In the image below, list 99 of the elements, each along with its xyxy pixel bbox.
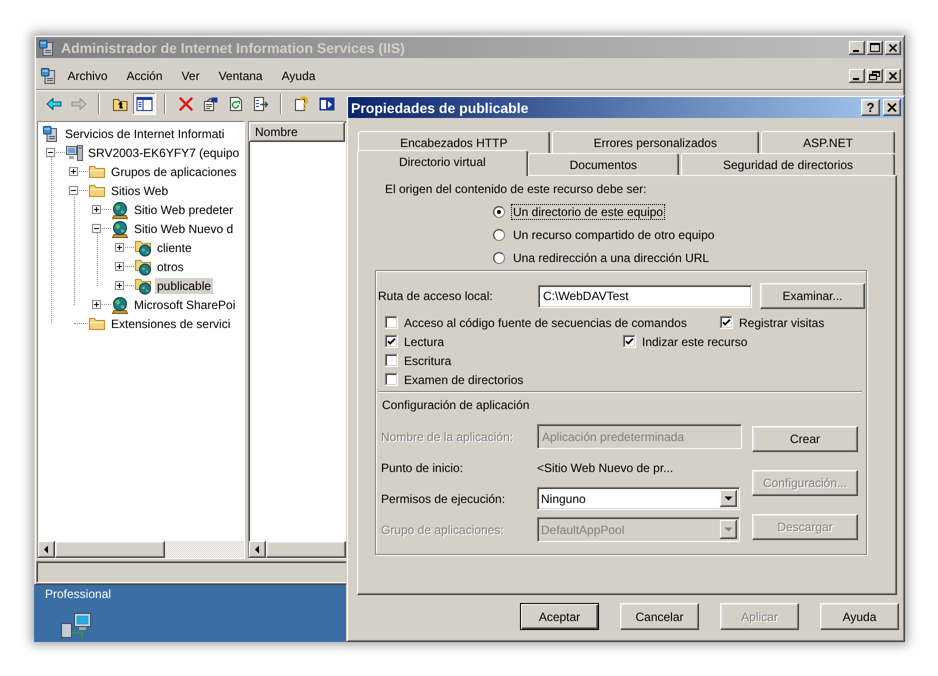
checkbox[interactable] [385, 373, 398, 386]
checkbox-label[interactable]: Examen de directorios [404, 372, 524, 386]
checkbox-label[interactable]: Escritura [404, 354, 452, 368]
field-label: Grupo de aplicaciones: [381, 522, 504, 536]
field-label: Permisos de ejecución: [381, 492, 506, 506]
refresh-icon[interactable] [228, 96, 244, 112]
checkbox[interactable] [385, 335, 398, 348]
plus-box-icon[interactable] [69, 167, 78, 176]
tree-item[interactable]: Sitios Web [109, 182, 170, 198]
tab[interactable]: Directorio virtual [357, 150, 528, 176]
tree-item[interactable]: otros [155, 258, 186, 274]
network-computer-icon[interactable] [60, 613, 94, 640]
checkbox[interactable] [385, 316, 398, 329]
minus-box-icon[interactable] [46, 148, 55, 157]
browse-button[interactable]: Examinar... [760, 283, 865, 309]
start-point-value: <Sitio Web Nuevo de pr... [537, 460, 674, 474]
properties-icon[interactable] [202, 96, 218, 112]
radio-label[interactable]: Un recurso compartido de otro equipo [511, 226, 716, 242]
tree-item[interactable]: Grupos de aplicaciones [109, 164, 238, 180]
maximize-icon[interactable] [867, 40, 883, 54]
menu-item[interactable]: Ventana [209, 68, 272, 82]
tab[interactable]: Errores personalizados [552, 131, 760, 153]
globe-icon [111, 200, 129, 218]
server-icon [42, 124, 60, 142]
radio-label[interactable]: Una redirección a una dirección URL [511, 250, 712, 266]
window-title: Administrador de Internet Information Services (IIS) [61, 40, 405, 56]
tree-item[interactable]: Extensiones de servici [109, 316, 232, 332]
radio-button[interactable] [493, 228, 505, 240]
close-icon[interactable] [883, 99, 901, 116]
column-header[interactable]: Nombre [249, 122, 345, 142]
computer-icon [65, 144, 83, 162]
checkbox-label[interactable]: Acceso al código fuente de secuencias de comandos [404, 316, 687, 330]
dialog-button[interactable]: Aceptar [520, 603, 599, 630]
tab[interactable]: Documentos [528, 153, 679, 175]
help-button[interactable]: ? [861, 99, 880, 116]
tree-item[interactable]: SRV2003-EK6YFY7 (equipo [86, 144, 242, 160]
restore-icon[interactable] [867, 68, 883, 82]
plus-box-icon[interactable] [115, 281, 124, 290]
close-icon[interactable] [885, 68, 901, 82]
pane-icon[interactable] [318, 96, 334, 112]
tree-item[interactable]: Servicios de Internet Informati [63, 126, 226, 142]
checkbox-label[interactable]: Registrar visitas [739, 316, 824, 330]
checkbox-label[interactable]: Lectura [404, 334, 444, 348]
app-button[interactable]: Crear [752, 426, 858, 452]
scrollbar-thumb[interactable] [266, 541, 346, 558]
checkbox[interactable] [385, 354, 398, 367]
scrollbar-thumb[interactable] [55, 541, 165, 558]
field-label: Ruta de acceso local: [377, 289, 494, 303]
close-icon[interactable] [885, 40, 901, 54]
globe-icon [111, 296, 129, 314]
minus-box-icon[interactable] [69, 186, 78, 195]
minimize-icon[interactable] [849, 68, 865, 82]
minimize-icon[interactable] [849, 40, 865, 54]
export-list-icon[interactable] [252, 96, 268, 112]
plus-box-icon[interactable] [115, 262, 124, 271]
section-heading: Configuración de aplicación [381, 398, 530, 412]
tab[interactable]: Seguridad de directorios [680, 153, 896, 175]
folder-globe-icon [134, 258, 152, 276]
tree-item[interactable]: Sitio Web Nuevo d [132, 220, 236, 236]
tree-item[interactable]: cliente [155, 240, 194, 256]
server-icon [38, 38, 56, 56]
checkbox[interactable] [623, 335, 636, 348]
field-label: Punto de inicio: [381, 460, 464, 474]
dialog-button[interactable]: Cancelar [620, 603, 699, 630]
folder-globe-icon [134, 238, 152, 256]
dialog-button[interactable]: Ayuda [820, 603, 899, 630]
plus-box-icon[interactable] [92, 205, 101, 214]
radio-button[interactable] [493, 252, 505, 264]
folder-globe-icon [134, 276, 152, 294]
minus-box-icon[interactable] [92, 224, 101, 233]
field-label: Nombre de la aplicación: [381, 430, 514, 444]
tree-item[interactable]: publicable [155, 278, 214, 294]
help-icon[interactable] [294, 96, 310, 112]
dropdown-arrow-icon[interactable] [720, 490, 737, 507]
checkbox-label[interactable]: Indizar este recurso [642, 334, 748, 348]
tree-item[interactable]: Sitio Web predeter [132, 202, 236, 218]
tab[interactable]: ASP.NET [761, 131, 895, 153]
menu-item[interactable]: Acción [117, 68, 172, 82]
scroll-left-icon[interactable] [38, 541, 55, 558]
back-arrow-icon[interactable] [46, 96, 62, 112]
plus-box-icon[interactable] [92, 300, 101, 309]
globe-icon [111, 220, 129, 238]
server-icon[interactable] [40, 66, 58, 84]
scroll-left-icon[interactable] [249, 541, 266, 558]
radio-label[interactable]: Un directorio de este equipo [511, 204, 666, 220]
dialog-title: Propiedades de publicable [351, 100, 528, 116]
path-field[interactable]: C:\WebDAVTest [538, 284, 752, 308]
dropdown-field[interactable]: Ninguno [537, 487, 740, 510]
checkbox[interactable] [720, 316, 733, 329]
delete-icon[interactable] [178, 96, 194, 112]
prompt-text: El origen del contenido de este recurso debe ser: [385, 182, 646, 196]
desktop-text: Professional [45, 587, 112, 601]
tree-pane-icon[interactable] [133, 92, 156, 114]
menu-item[interactable]: Ayuda [272, 68, 325, 82]
plus-box-icon[interactable] [115, 243, 124, 252]
tree-item[interactable]: Microsoft SharePoi [132, 296, 238, 312]
menu-item[interactable]: Ver [172, 68, 210, 82]
menu-item[interactable]: Archivo [58, 68, 118, 82]
radio-button[interactable] [493, 206, 505, 218]
